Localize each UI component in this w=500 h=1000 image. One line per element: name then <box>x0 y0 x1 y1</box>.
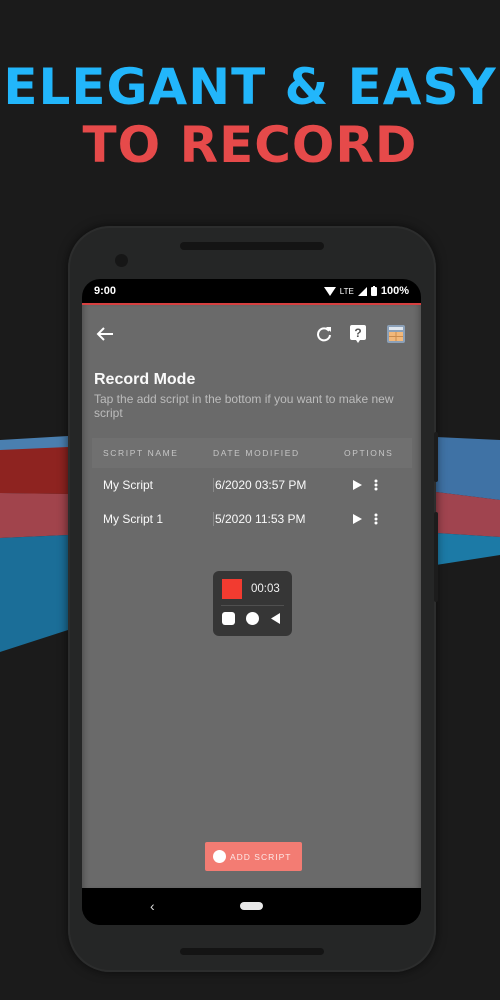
more-vertical-icon[interactable] <box>374 479 378 491</box>
arrow-left-icon <box>96 327 113 341</box>
phone-screen: 9:00 LTE 100% ? Record Mode Tap the add … <box>82 279 421 925</box>
script-name: My Script 1 <box>103 512 164 526</box>
front-camera <box>115 254 128 267</box>
status-icons: LTE 100% <box>323 285 409 297</box>
headline-line-1: ELEGANT & EASY <box>3 58 497 116</box>
page-subtitle: Tap the add script in the bottom if you … <box>94 392 394 420</box>
column-header-options: OPTIONS <box>344 448 394 458</box>
toolbar: ? <box>82 305 421 361</box>
recorder-widget: 00:03 <box>213 571 292 636</box>
stop-icon[interactable] <box>222 612 235 625</box>
more-vertical-icon[interactable] <box>374 513 378 525</box>
add-icon <box>213 850 226 863</box>
bottom-speaker <box>180 948 324 955</box>
nav-home-pill[interactable] <box>240 902 263 910</box>
recording-time: 00:03 <box>251 583 280 595</box>
back-button[interactable] <box>94 323 116 345</box>
stripe-blue-right <box>436 533 500 565</box>
battery-icon <box>370 286 377 296</box>
column-header-script-name: SCRIPT NAME <box>103 448 179 458</box>
stripe-blue-right-top <box>436 437 500 500</box>
play-icon[interactable] <box>353 514 362 524</box>
status-time: 9:00 <box>94 285 117 297</box>
script-date: 5/2020 11:53 PM <box>213 512 331 526</box>
earpiece-speaker <box>180 242 324 250</box>
phone-volume-button <box>434 512 438 602</box>
row-options <box>331 479 409 491</box>
script-date: 6/2020 03:57 PM <box>213 478 331 492</box>
headline-line-2: TO RECORD <box>82 116 418 174</box>
navigation-bar: ‹ <box>82 888 421 925</box>
battery-level: 100% <box>380 285 409 297</box>
play-icon[interactable] <box>353 480 362 490</box>
calculator-icon <box>387 325 405 343</box>
recorder-divider <box>221 605 284 606</box>
table-header: SCRIPT NAME DATE MODIFIED OPTIONS <box>92 438 412 468</box>
stripe-blue-left <box>0 535 68 652</box>
script-name: My Script <box>103 478 154 492</box>
row-options <box>331 513 409 525</box>
add-script-label: ADD SCRIPT <box>230 851 292 862</box>
record-icon[interactable] <box>246 612 259 625</box>
page-title: Record Mode <box>94 371 196 388</box>
svg-text:?: ? <box>354 326 361 340</box>
script-date-text: 6/2020 03:57 PM <box>215 478 307 492</box>
table-row[interactable]: My Script 6/2020 03:57 PM <box>92 468 412 502</box>
add-script-button[interactable]: ADD SCRIPT <box>205 842 302 871</box>
phone-side-button <box>434 432 438 482</box>
app-content: ? Record Mode Tap the add script in the … <box>82 305 421 888</box>
help-icon: ? <box>350 325 366 343</box>
status-bar: 9:00 LTE 100% <box>82 279 421 303</box>
refresh-button[interactable] <box>313 323 335 345</box>
calculator-button[interactable] <box>385 323 407 345</box>
column-header-date-modified: DATE MODIFIED <box>213 448 300 458</box>
network-type: LTE <box>339 286 354 296</box>
stop-recording-button[interactable] <box>222 579 242 599</box>
back-icon[interactable] <box>271 613 280 624</box>
wifi-icon <box>323 286 336 296</box>
nav-back-icon[interactable]: ‹ <box>150 898 155 914</box>
help-button[interactable]: ? <box>347 323 369 345</box>
script-date-text: 5/2020 11:53 PM <box>215 512 306 526</box>
scripts-table: SCRIPT NAME DATE MODIFIED OPTIONS My Scr… <box>92 438 412 536</box>
stripe-red-left <box>0 447 68 494</box>
table-row[interactable]: My Script 1 5/2020 11:53 PM <box>92 502 412 536</box>
stripe-pink-left <box>0 493 68 538</box>
signal-icon <box>357 286 367 296</box>
refresh-icon <box>317 327 331 342</box>
